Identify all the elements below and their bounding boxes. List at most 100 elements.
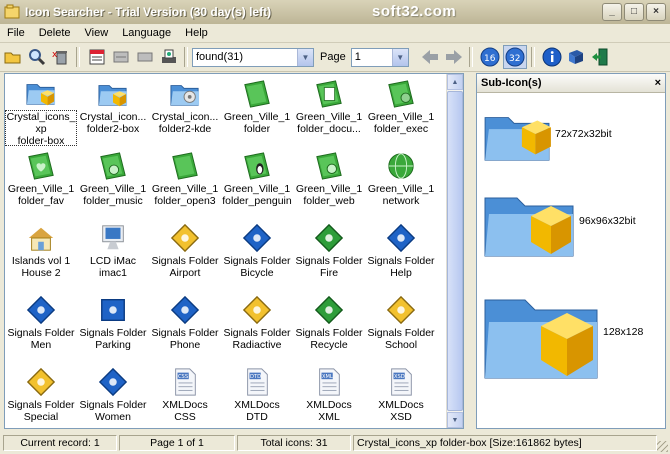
scroll-up-button[interactable]: ▲ bbox=[447, 74, 463, 90]
icon-cell[interactable]: Signals Folder Recycle bbox=[293, 290, 365, 362]
help-button[interactable] bbox=[565, 46, 587, 68]
icon-cell-label-line: Radiactive bbox=[232, 339, 282, 351]
scroll-thumb[interactable] bbox=[447, 91, 463, 411]
icon-cell[interactable]: Signals Folder Help bbox=[365, 218, 437, 290]
icon-cell-label-line: Green_Ville_1 bbox=[151, 183, 219, 195]
icon-cell[interactable]: Signals Folder Parking bbox=[77, 290, 149, 362]
icon-cell[interactable]: Crystal_icon... folder2-kde bbox=[149, 74, 221, 146]
icon-cell[interactable]: Islands vol 1 House 2 bbox=[5, 218, 77, 290]
icon-cell-label-line: Special bbox=[23, 411, 59, 423]
green-open-icon bbox=[168, 150, 202, 182]
icon-cell[interactable]: Green_Ville_1 folder_web bbox=[293, 146, 365, 218]
forward-button[interactable] bbox=[443, 46, 465, 68]
size32-button[interactable]: 32 bbox=[502, 45, 527, 69]
filter-combo[interactable]: found(31) ▼ bbox=[192, 47, 314, 67]
icon-cell-label: Signals Folder Men bbox=[6, 327, 76, 351]
view-large-button[interactable] bbox=[86, 46, 108, 68]
close-button[interactable]: × bbox=[646, 3, 666, 21]
icon-cell[interactable]: XSD XMLDocs XSD bbox=[365, 362, 437, 428]
icon-cell[interactable]: Green_Ville_1 folder_music bbox=[77, 146, 149, 218]
panel-splitter[interactable] bbox=[466, 73, 474, 429]
icon-cell[interactable]: Signals Folder Airport bbox=[149, 218, 221, 290]
exit-button[interactable] bbox=[589, 46, 611, 68]
menu-delete[interactable]: Delete bbox=[32, 27, 78, 39]
back-button[interactable] bbox=[419, 46, 441, 68]
sub-icon-128[interactable]: 128x128 bbox=[483, 282, 643, 382]
sub-icon-96[interactable]: 96x96x32bit bbox=[483, 182, 636, 260]
icon-cell[interactable]: Signals Folder Women bbox=[77, 362, 149, 428]
icon-cell-label-line: LCD iMac bbox=[89, 255, 137, 267]
icon-cell[interactable]: Green_Ville_1 folder_open3 bbox=[149, 146, 221, 218]
icon-cell[interactable]: Green_Ville_1 folder_fav bbox=[5, 146, 77, 218]
icon-cell[interactable]: Green_Ville_1 network bbox=[365, 146, 437, 218]
scan-button[interactable] bbox=[158, 46, 180, 68]
icon-cell-label: Signals Folder Fire bbox=[294, 255, 364, 279]
icon-cell[interactable]: Green_Ville_1 folder_docu... bbox=[293, 74, 365, 146]
icon-cell[interactable]: Green_Ville_1 folder_exec bbox=[365, 74, 437, 146]
maximize-button[interactable]: □ bbox=[624, 3, 644, 21]
menu-view[interactable]: View bbox=[78, 27, 116, 39]
size16-button[interactable]: 16 bbox=[479, 46, 501, 68]
icon-list-panel[interactable]: Crystal_icons_ xp folder-box Crystal_icon..… bbox=[4, 73, 464, 429]
sub-icon-label: 128x128 bbox=[603, 326, 644, 338]
chevron-down-icon[interactable]: ▼ bbox=[391, 48, 408, 66]
status-total: Total icons: 31 bbox=[237, 435, 351, 451]
icon-cell[interactable]: Signals Folder School bbox=[365, 290, 437, 362]
icon-cell-label-line: Men bbox=[30, 339, 52, 351]
icon-cell-label: Green_Ville_1 folder_exec bbox=[366, 111, 436, 135]
scroll-down-button[interactable]: ▼ bbox=[447, 412, 463, 428]
menu-file[interactable]: File bbox=[0, 27, 32, 39]
svg-text:XSD: XSD bbox=[394, 374, 405, 380]
vertical-scrollbar[interactable]: ▲ ▼ bbox=[446, 74, 463, 428]
icon-cell[interactable]: XML XMLDocs XML bbox=[293, 362, 365, 428]
sub-icon-72[interactable]: 72x72x32bit bbox=[483, 104, 612, 164]
resize-grip-icon[interactable] bbox=[657, 441, 668, 452]
delete-button[interactable]: x bbox=[50, 46, 72, 68]
exit-icon bbox=[591, 48, 608, 66]
icon-cell[interactable]: Green_Ville_1 folder bbox=[221, 74, 293, 146]
toolbar-separator bbox=[468, 47, 473, 67]
icon-cell-label-line: School bbox=[384, 339, 418, 351]
search-button[interactable] bbox=[26, 46, 48, 68]
icon-cell-label-line: Signals Folder bbox=[7, 399, 75, 411]
close-icon[interactable]: × bbox=[655, 77, 661, 89]
page-combo[interactable]: 1 ▼ bbox=[350, 47, 409, 67]
icon-cell[interactable]: Signals Folder Radiactive bbox=[221, 290, 293, 362]
icon-cell[interactable]: Signals Folder Phone bbox=[149, 290, 221, 362]
icon-cell[interactable]: Signals Folder Bicycle bbox=[221, 218, 293, 290]
icon-cell-label: Crystal_icon... folder2-box bbox=[78, 111, 148, 135]
view-medium-button[interactable] bbox=[110, 46, 132, 68]
open-folder-button[interactable] bbox=[2, 46, 24, 68]
icon-cell[interactable]: Crystal_icon... folder2-box bbox=[77, 74, 149, 146]
status-info: Crystal_icons_xp folder-box [Size:161862… bbox=[353, 435, 657, 451]
icon-cell-label-line: XSD bbox=[390, 411, 412, 423]
icon-cell[interactable]: Signals Folder Special bbox=[5, 362, 77, 428]
icon-cell-label: LCD iMac imac1 bbox=[78, 255, 148, 279]
green-web-icon bbox=[312, 150, 346, 182]
folder-box-icon bbox=[484, 299, 598, 379]
help-book-icon bbox=[568, 50, 583, 64]
icon-cell[interactable]: Crystal_icons_ xp folder-box bbox=[5, 74, 77, 146]
crystal-box-icon bbox=[24, 78, 58, 109]
icon-cell[interactable]: Signals Folder Men bbox=[5, 290, 77, 362]
icon-cell[interactable]: CSS XMLDocs CSS bbox=[149, 362, 221, 428]
icon-cell-label-line: Crystal_icon... bbox=[79, 111, 147, 123]
chevron-down-icon[interactable]: ▼ bbox=[297, 48, 313, 66]
menu-language[interactable]: Language bbox=[115, 27, 178, 39]
minimize-button[interactable]: _ bbox=[602, 3, 622, 21]
icon-cell-label-line: folder_docu... bbox=[297, 123, 361, 135]
icon-cell[interactable]: Signals Folder Fire bbox=[293, 218, 365, 290]
delete-icon: x bbox=[52, 50, 67, 65]
folder-box-icon bbox=[484, 117, 551, 161]
icon-cell[interactable]: DTD XMLDocs DTD bbox=[221, 362, 293, 428]
icon-cell-label-line: folder_penguin bbox=[222, 195, 292, 207]
menu-help[interactable]: Help bbox=[178, 27, 215, 39]
icon-cell[interactable]: Green_Ville_1 folder_penguin bbox=[221, 146, 293, 218]
size32-icon: 32 bbox=[505, 47, 525, 67]
doc-icon: DTD bbox=[240, 366, 274, 398]
open-folder-icon bbox=[4, 52, 21, 64]
view-small-button[interactable] bbox=[134, 46, 156, 68]
info-button[interactable] bbox=[541, 46, 563, 68]
toolbar-separator bbox=[530, 47, 535, 67]
icon-cell[interactable]: LCD iMac imac1 bbox=[77, 218, 149, 290]
